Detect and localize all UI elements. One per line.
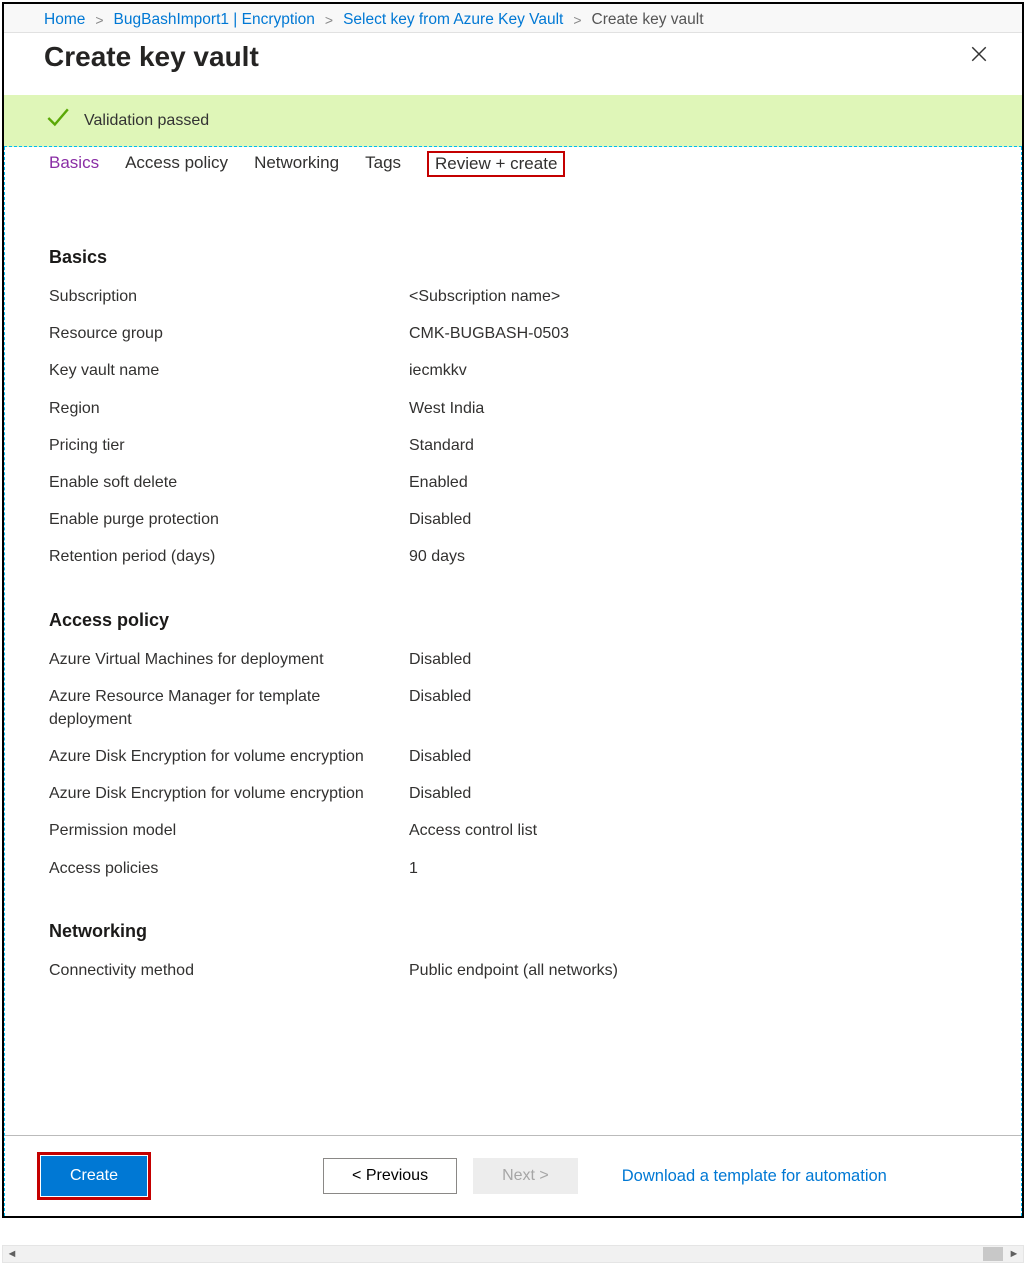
summary-row: Key vault nameiecmkkv [49,352,981,389]
breadcrumb-current: Create key vault [592,11,704,29]
summary-value: Public endpoint (all networks) [409,959,618,982]
create-button[interactable]: Create [41,1156,147,1196]
tab-basics[interactable]: Basics [49,151,99,177]
tab-access-policy[interactable]: Access policy [125,151,228,177]
summary-row: Retention period (days)90 days [49,538,981,575]
tab-networking[interactable]: Networking [254,151,339,177]
summary-row: Subscription<Subscription name> [49,278,981,315]
next-button[interactable]: Next > [473,1158,578,1194]
previous-button[interactable]: < Previous [323,1158,457,1194]
summary-row: Pricing tierStandard [49,427,981,464]
summary-row: Azure Virtual Machines for deploymentDis… [49,641,981,678]
summary-label: Retention period (days) [49,545,409,568]
content-scroll[interactable]: Basics Access policy Networking Tags Rev… [5,147,1021,1135]
summary-value: Enabled [409,471,468,494]
summary-label: Azure Disk Encryption for volume encrypt… [49,745,409,768]
summary-value: Disabled [409,745,471,768]
summary-label: Azure Disk Encryption for volume encrypt… [49,782,409,805]
summary-row: Permission modelAccess control list [49,812,981,849]
summary-value: <Subscription name> [409,285,560,308]
horizontal-scrollbar[interactable]: ◄ ► [2,1245,1024,1263]
validation-text: Validation passed [84,112,209,130]
page-title: Create key vault [44,41,259,73]
summary-row: Access policies1 [49,850,981,887]
summary-row: Azure Disk Encryption for volume encrypt… [49,775,981,812]
section-heading-access: Access policy [49,610,981,631]
heading-row: Create key vault [4,33,1022,95]
validation-banner: Validation passed [4,95,1022,147]
summary-value: West India [409,397,484,420]
top-bar: Home > BugBashImport1 | Encryption > Sel… [4,4,1022,33]
summary-label: Azure Resource Manager for template depl… [49,685,409,731]
summary-value: Disabled [409,508,471,531]
summary-value: Disabled [409,648,471,671]
breadcrumb-item-2[interactable]: Select key from Azure Key Vault [343,11,563,29]
summary-label: Pricing tier [49,434,409,457]
breadcrumb: Home > BugBashImport1 | Encryption > Sel… [4,4,1022,32]
chevron-right-icon: > [95,12,103,28]
breadcrumb-item-1[interactable]: BugBashImport1 | Encryption [114,11,315,29]
scroll-right-icon[interactable]: ► [1005,1245,1023,1263]
summary-value: Access control list [409,819,537,842]
summary-label: Connectivity method [49,959,409,982]
summary-label: Enable purge protection [49,508,409,531]
section-heading-networking: Networking [49,921,981,942]
tab-review-create[interactable]: Review + create [427,151,565,177]
summary-value: Disabled [409,685,471,731]
scrollbar-thumb[interactable] [983,1247,1003,1261]
summary-label: Permission model [49,819,409,842]
summary-row: Resource groupCMK-BUGBASH-0503 [49,315,981,352]
footer-bar: Create < Previous Next > Download a temp… [5,1135,1021,1216]
scroll-left-icon[interactable]: ◄ [3,1245,21,1263]
summary-label: Access policies [49,857,409,880]
summary-row: Connectivity methodPublic endpoint (all … [49,952,981,989]
summary-row: Azure Resource Manager for template depl… [49,678,981,738]
summary-value: CMK-BUGBASH-0503 [409,322,569,345]
breadcrumb-home[interactable]: Home [44,11,85,29]
summary-row: Azure Disk Encryption for volume encrypt… [49,738,981,775]
summary-label: Resource group [49,322,409,345]
chevron-right-icon: > [573,12,581,28]
checkmark-icon [44,105,70,136]
close-icon[interactable] [964,39,994,73]
section-heading-basics: Basics [49,247,981,268]
summary-value: 90 days [409,545,465,568]
tabs: Basics Access policy Networking Tags Rev… [49,147,981,177]
summary-label: Region [49,397,409,420]
summary-value: iecmkkv [409,359,467,382]
summary-label: Azure Virtual Machines for deployment [49,648,409,671]
chevron-right-icon: > [325,12,333,28]
summary-label: Key vault name [49,359,409,382]
summary-label: Enable soft delete [49,471,409,494]
summary-value: 1 [409,857,418,880]
summary-row: Enable purge protectionDisabled [49,501,981,538]
download-template-link[interactable]: Download a template for automation [622,1167,887,1186]
summary-label: Subscription [49,285,409,308]
summary-row: Enable soft deleteEnabled [49,464,981,501]
summary-row: RegionWest India [49,390,981,427]
tab-tags[interactable]: Tags [365,151,401,177]
summary-value: Disabled [409,782,471,805]
summary-value: Standard [409,434,474,457]
